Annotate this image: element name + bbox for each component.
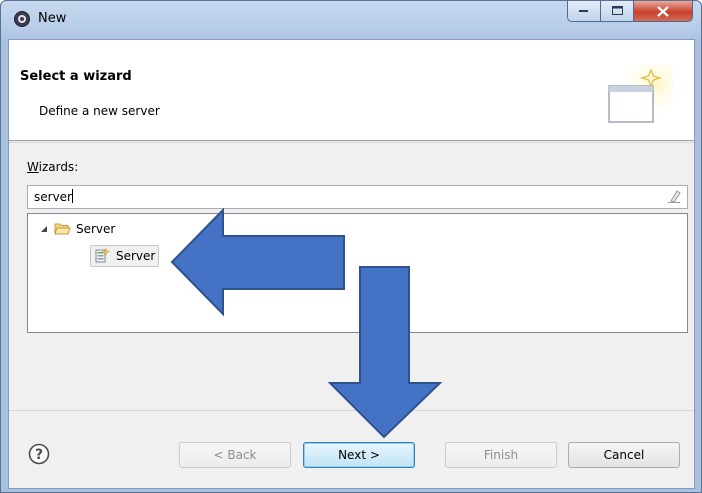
wizards-label: Wizards: xyxy=(27,160,78,174)
wizard-filter-input[interactable]: server xyxy=(27,185,688,209)
new-wizard-window: New Select a wizard Define a new server xyxy=(0,0,702,493)
minimize-button[interactable] xyxy=(567,1,601,22)
filter-value: server xyxy=(34,190,72,204)
wizard-header: Select a wizard Define a new server xyxy=(9,40,694,141)
svg-text:?: ? xyxy=(35,447,43,463)
mnemonic-w: W xyxy=(27,160,39,174)
wizard-client-area: Select a wizard Define a new server Wiza… xyxy=(8,39,695,489)
maximize-button[interactable] xyxy=(601,1,634,22)
window-controls xyxy=(567,1,693,23)
button-bar-divider xyxy=(9,410,694,411)
page-title: Select a wizard xyxy=(20,69,132,84)
page-description: Define a new server xyxy=(39,104,160,118)
next-button[interactable]: Next > xyxy=(303,442,415,468)
minimize-icon xyxy=(579,10,588,12)
finish-button[interactable]: Finish xyxy=(445,442,557,468)
cancel-button[interactable]: Cancel xyxy=(568,442,680,468)
tree-item-label: Server xyxy=(116,249,156,263)
folder-open-icon xyxy=(54,223,71,235)
tree-item-server-wizard[interactable]: Server xyxy=(90,245,160,267)
tree-item-server-category[interactable]: Server xyxy=(40,222,115,236)
wizards-label-rest: izards: xyxy=(38,160,79,174)
tree-item-label: Server xyxy=(76,222,116,236)
close-icon xyxy=(657,5,669,17)
eclipse-gear-icon xyxy=(14,11,30,27)
eraser-icon[interactable] xyxy=(667,190,681,203)
close-button[interactable] xyxy=(634,1,693,22)
text-caret xyxy=(72,189,73,203)
title-bar[interactable]: New xyxy=(1,1,701,39)
wizard-tree[interactable]: Server Server xyxy=(27,213,688,333)
expand-toggle-icon[interactable] xyxy=(40,225,48,233)
header-divider xyxy=(9,142,694,143)
window-title: New xyxy=(38,11,67,26)
help-icon[interactable]: ? xyxy=(28,443,50,465)
server-wizard-icon xyxy=(95,248,110,263)
new-wizard-icon xyxy=(603,64,673,132)
back-button[interactable]: < Back xyxy=(179,442,291,468)
maximize-icon xyxy=(611,6,623,15)
